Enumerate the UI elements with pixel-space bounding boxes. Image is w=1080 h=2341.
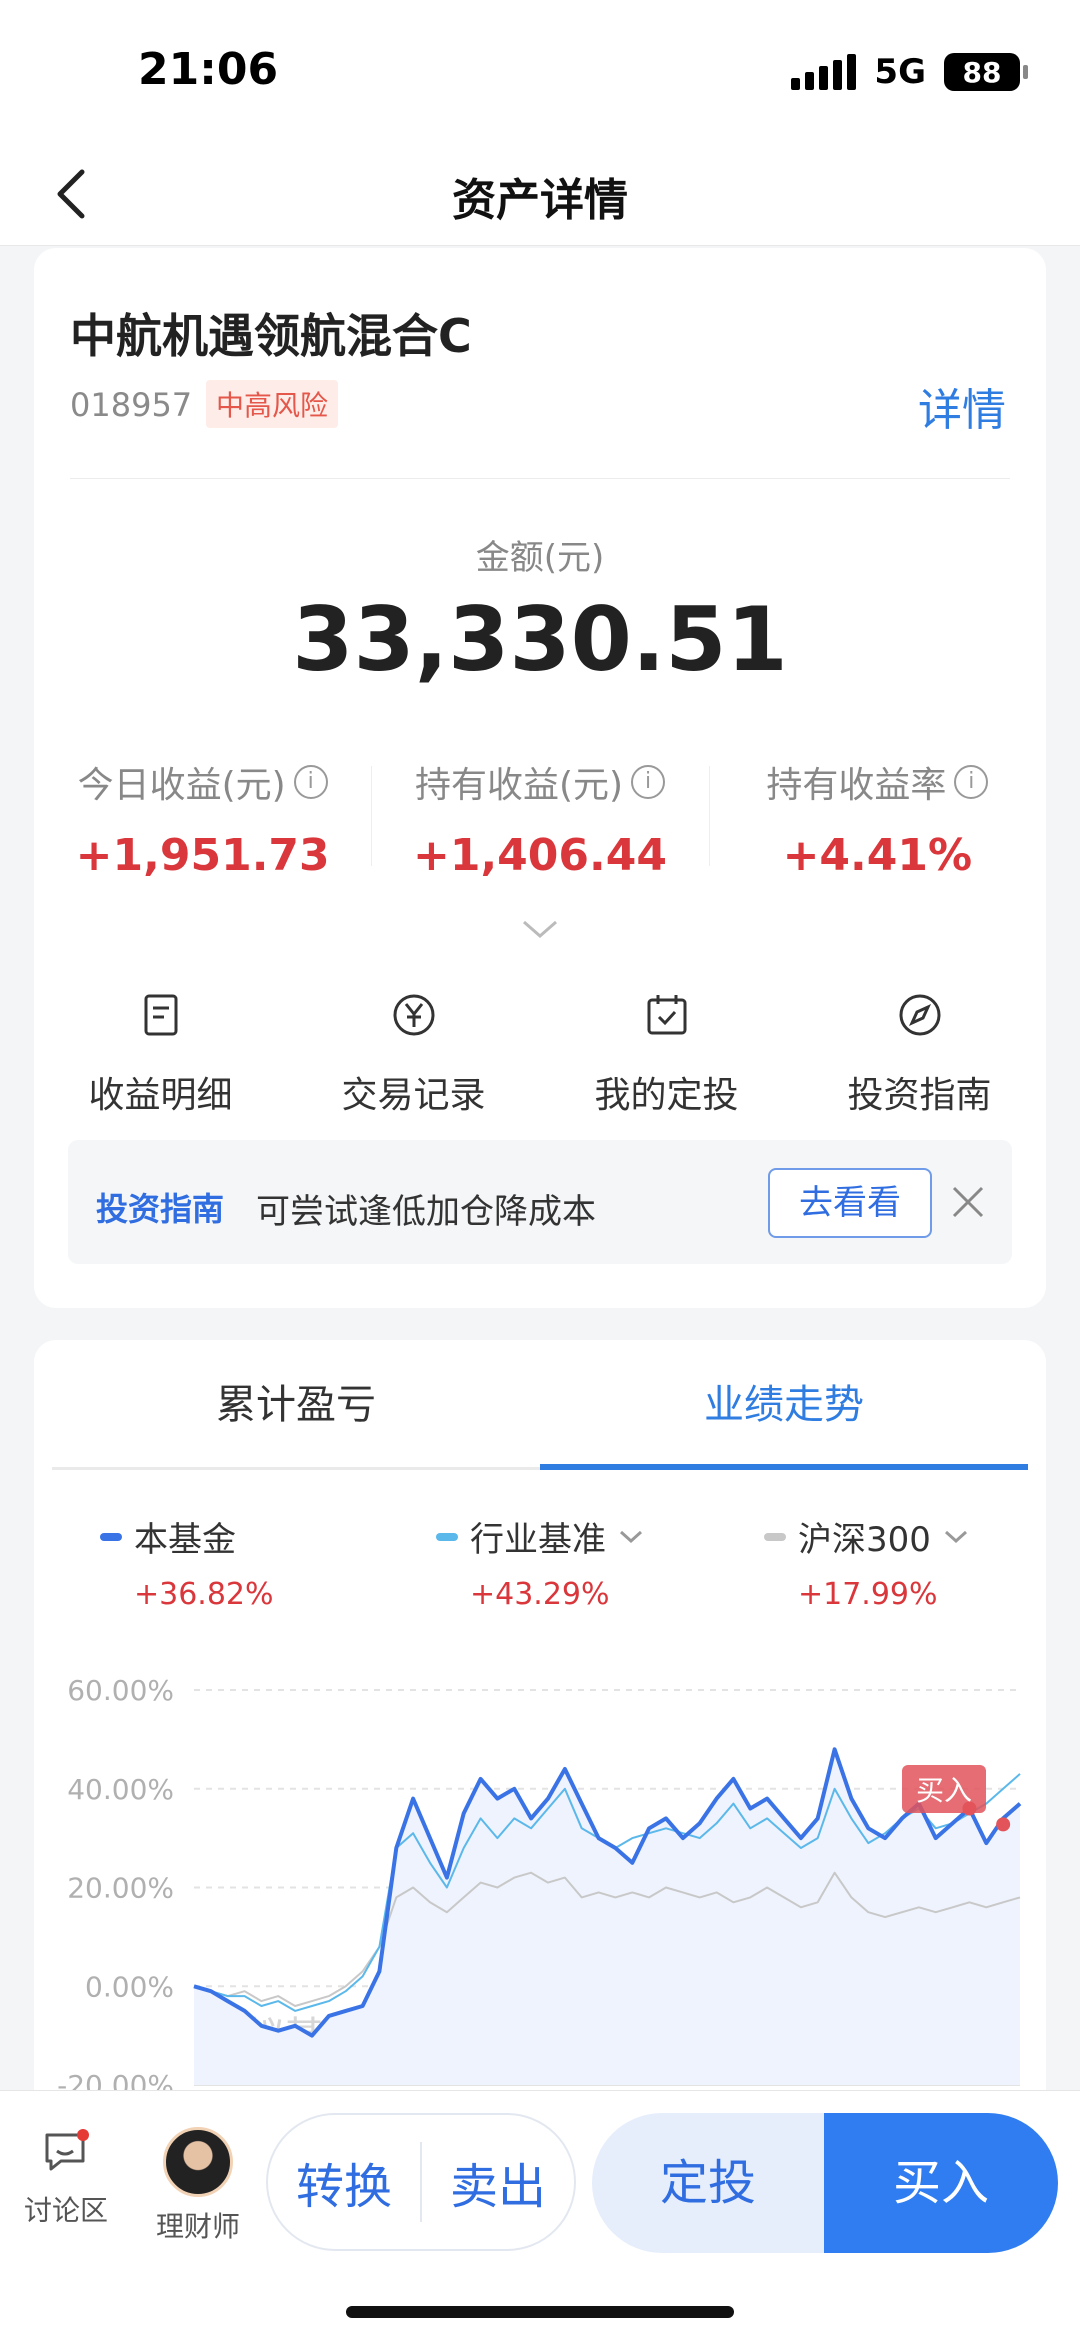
asset-card: 中航机遇领航混合C 018957 中高风险 详情 金额(元) 33,330.51…: [34, 248, 1046, 1308]
yen-circle-icon: [393, 994, 434, 1036]
fund-name: 中航机遇领航混合C: [70, 309, 472, 363]
stat-label: 持有收益率: [766, 765, 947, 806]
stat-value: +4.41%: [782, 830, 973, 881]
legend-benchmark[interactable]: 行业基准 +43.29%: [436, 1512, 644, 1612]
tab-cumulative[interactable]: 累计盈亏: [52, 1340, 540, 1467]
nav-bar: 资产详情: [0, 140, 1080, 246]
convert-sell-group: 转换 卖出: [266, 2113, 576, 2251]
shortcut-label: 我的定投: [594, 1075, 739, 1116]
forum-button[interactable]: 讨论区: [24, 2127, 108, 2229]
plan-button[interactable]: 定投: [592, 2113, 824, 2253]
legend-swatch: [100, 1532, 122, 1541]
guide-text: 可尝试逢低加仓降成本: [256, 1192, 596, 1232]
shortcut-label: 收益明细: [88, 1075, 233, 1116]
shortcut-row: 收益明细 交易记录 我的定投 投资指南: [34, 992, 1046, 1118]
buy-marker-dot: [996, 1817, 1011, 1832]
shortcut-label: 交易记录: [341, 1075, 486, 1116]
buy-marker-label: 买入: [916, 1774, 972, 1807]
chat-icon: [45, 2129, 89, 2171]
stat-rate: 持有收益率 i +4.41%: [708, 756, 1046, 881]
status-indicators: 5G 88: [791, 52, 1028, 92]
y-tick-label: 40.00%: [67, 1773, 174, 1806]
advisor-button[interactable]: 理财师: [156, 2127, 240, 2245]
page-title: 资产详情: [452, 175, 628, 226]
chart-legend: 本基金 +36.82% 行业基准 +43.29% 沪深300 +17.99%: [34, 1512, 1046, 1622]
legend-value: +17.99%: [798, 1577, 938, 1612]
legend-fund: 本基金 +36.82%: [100, 1512, 274, 1612]
legend-hs300[interactable]: 沪深300 +17.99%: [764, 1512, 969, 1612]
document-icon: [144, 994, 177, 1036]
fund-code: 018957: [70, 386, 193, 424]
signal-icon: [791, 54, 857, 90]
info-icon[interactable]: i: [631, 765, 666, 799]
y-tick-label: 0.00%: [85, 1970, 174, 2003]
stat-holding: 持有收益(元) i +1,406.44: [371, 756, 708, 881]
tab-performance[interactable]: 业绩走势: [540, 1340, 1028, 1470]
shortcut-invest-guide[interactable]: 投资指南: [793, 992, 1046, 1118]
stat-today: 今日收益(元) i +1,951.73: [34, 756, 371, 881]
buy-marker-dot: [962, 1801, 977, 1816]
compass-icon: [899, 994, 940, 1036]
info-icon[interactable]: i: [293, 765, 328, 799]
chevron-down-icon: [944, 1530, 967, 1543]
legend-value: +43.29%: [470, 1577, 610, 1612]
stat-label: 持有收益(元): [414, 765, 624, 806]
legend-value: +36.82%: [134, 1577, 274, 1612]
fund-area: [194, 1749, 1020, 2085]
divider: [70, 478, 1010, 479]
bottom-action-bar: 讨论区 理财师 转换 卖出 定投 买入: [0, 2090, 1080, 2341]
status-bar: 21:06 5G 88: [0, 0, 1080, 140]
stat-value: +1,406.44: [412, 830, 667, 881]
y-tick-label: 60.00%: [67, 1674, 174, 1707]
chart-tabs: 累计盈亏 业绩走势: [52, 1340, 1028, 1470]
avatar: [163, 2127, 233, 2197]
risk-badge: 中高风险: [206, 380, 339, 428]
calendar-icon: [647, 995, 686, 1035]
chevron-down-icon: [619, 1530, 643, 1543]
chevron-down-icon[interactable]: [522, 918, 558, 942]
sell-button[interactable]: 卖出: [422, 2147, 574, 2217]
convert-button[interactable]: 转换: [268, 2147, 420, 2217]
close-icon[interactable]: [950, 1184, 986, 1220]
buy-button[interactable]: 买入: [824, 2113, 1058, 2253]
legend-name: 沪深300: [798, 1520, 931, 1560]
earnings-stats: 今日收益(元) i +1,951.73 持有收益(元) i +1,406.44 持有…: [34, 756, 1046, 881]
stat-value: +1,951.73: [75, 830, 330, 881]
legend-name: 本基金: [134, 1520, 236, 1560]
legend-name: 行业基准: [470, 1520, 606, 1560]
info-icon[interactable]: i: [954, 765, 989, 799]
go-see-button[interactable]: 去看看: [768, 1168, 932, 1238]
detail-link[interactable]: 详情: [918, 374, 1006, 438]
legend-swatch: [764, 1532, 786, 1541]
guide-title: 投资指南: [96, 1190, 225, 1228]
home-indicator: [346, 2306, 734, 2318]
legend-swatch: [436, 1532, 458, 1541]
guide-banner: 投资指南 可尝试逢低加仓降成本 去看看: [68, 1140, 1012, 1264]
y-tick-label: 20.00%: [67, 1872, 174, 1905]
network-type: 5G: [874, 52, 926, 92]
stat-label: 今日收益(元): [77, 765, 286, 806]
advisor-label: 理财师: [156, 2210, 241, 2243]
shortcut-my-plan[interactable]: 我的定投: [540, 992, 793, 1118]
shortcut-label: 投资指南: [847, 1075, 992, 1116]
shortcut-income-detail[interactable]: 收益明细: [34, 992, 287, 1118]
shortcut-trade-records[interactable]: 交易记录: [287, 992, 540, 1118]
forum-label: 讨论区: [24, 2194, 109, 2227]
status-time: 21:06: [138, 44, 279, 95]
battery-icon: 88: [944, 53, 1028, 91]
amount-label: 金额(元): [475, 538, 605, 578]
amount-value: 33,330.51: [292, 588, 788, 691]
